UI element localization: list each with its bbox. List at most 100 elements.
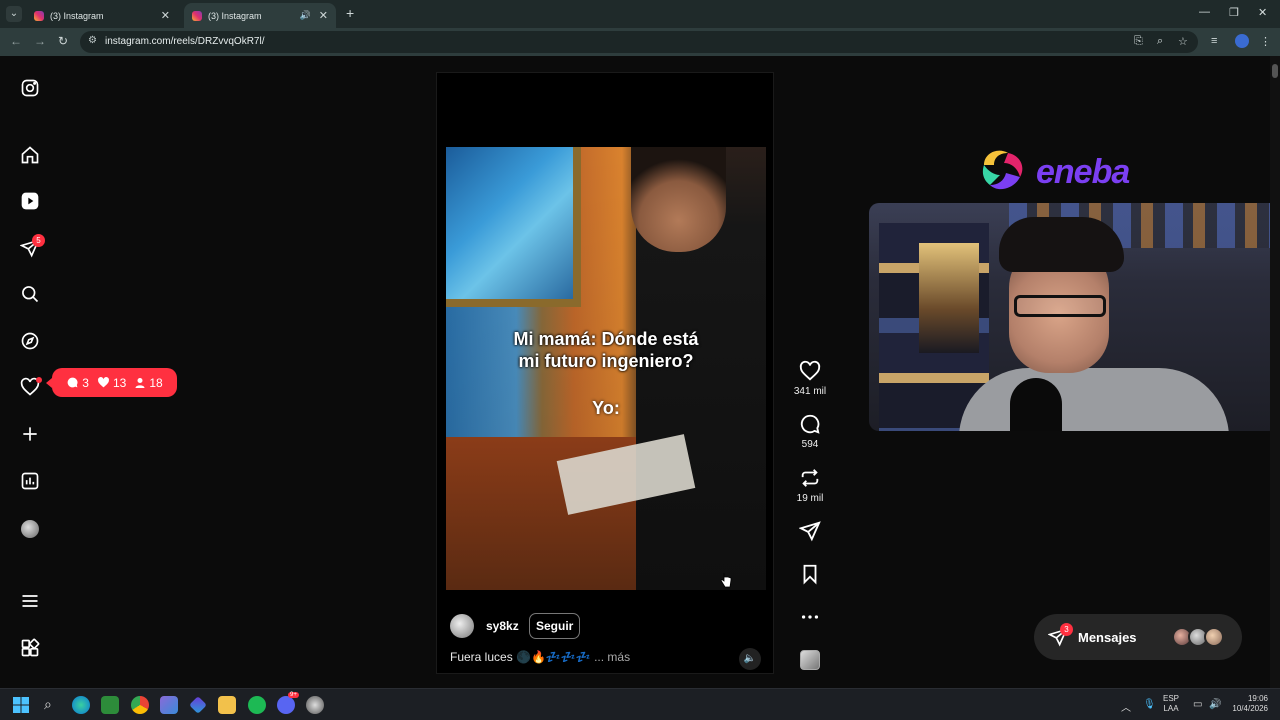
tray-expand-icon[interactable]: ︿ [1121, 699, 1131, 714]
edge-icon[interactable] [72, 696, 90, 714]
audio-toggle-icon[interactable]: 🔈 [739, 648, 761, 670]
webcam-glasses [1014, 295, 1106, 317]
minecraft-icon[interactable] [101, 696, 119, 714]
clock-date: 10/4/2026 [1232, 704, 1268, 713]
tab-close-icon[interactable]: ✕ [161, 9, 170, 22]
system-clock[interactable]: 19:06 10/4/2026 [1222, 694, 1268, 714]
comments-summary: 3 [66, 376, 89, 390]
video-caption-yo: Yo: [592, 398, 620, 418]
site-info-icon[interactable]: ⚙ [88, 35, 97, 46]
spotify-icon[interactable] [248, 696, 266, 714]
app-diamond-icon[interactable] [189, 696, 207, 714]
chrome-icon[interactable] [131, 696, 149, 714]
reel-container: Mi mamá: Dónde está mi futuro ingeniero?… [436, 72, 774, 674]
microphone-icon[interactable]: 🎙 [1143, 699, 1156, 710]
reload-button[interactable]: ↻ [58, 34, 68, 48]
forward-button[interactable]: → [34, 34, 46, 48]
repost-icon[interactable] [799, 467, 821, 489]
eneba-wordmark: eneba [1036, 152, 1130, 191]
discord-icon[interactable] [277, 696, 295, 714]
windows-taskbar: ⌕ 9+ ︿ 🎙 ESP LAA ▭ 🔊 19:06 10/4/2026 [0, 688, 1280, 720]
notification-dot [36, 377, 42, 383]
page-scrollbar[interactable] [1270, 56, 1280, 688]
comment-icon[interactable] [799, 413, 821, 435]
profile-avatar[interactable] [21, 520, 39, 538]
more-apps-icon[interactable] [19, 637, 41, 659]
explore-icon[interactable] [19, 330, 41, 352]
create-plus-icon[interactable] [19, 423, 41, 445]
chrome-menu-icon[interactable]: ⋮ [1260, 35, 1271, 48]
messages-badge: 3 [1060, 623, 1073, 636]
more-dots-icon[interactable] [799, 606, 821, 628]
app-icon[interactable] [160, 696, 178, 714]
bookmark-star-icon[interactable]: ☆ [1178, 35, 1188, 48]
tab-search-button[interactable]: ⌄ [6, 6, 22, 22]
likes-summary: 13 [97, 376, 126, 390]
taskbar-search-icon[interactable]: ⌕ [44, 696, 52, 713]
share-action[interactable] [788, 520, 832, 542]
tab-instagram-2[interactable]: (3) Instagram 🔊 ✕ [184, 3, 336, 28]
keyboard-layout: LAA [1163, 704, 1179, 713]
minimize-button[interactable]: — [1199, 6, 1210, 18]
windows-start-icon[interactable] [13, 697, 29, 713]
sidebar: 5 [0, 56, 60, 688]
omnibox[interactable]: ⚙ instagram.com/reels/DRZvvqOkR7l/ ⎘ ⌕ ☆ [80, 31, 1198, 53]
scrollbar-thumb[interactable] [1272, 64, 1278, 78]
reel-footer: sy8kz Seguir Fuera luces 🌑🔥💤💤💤 ... más 🔈 [437, 608, 775, 673]
comment-action[interactable]: 594 [788, 413, 832, 450]
webcam-hair [999, 217, 1124, 272]
messages-button[interactable]: 3 Mensajes [1034, 614, 1242, 660]
follow-button[interactable]: Seguir [529, 613, 581, 639]
original-audio-thumbnail[interactable] [800, 650, 820, 670]
reels-icon[interactable] [19, 190, 41, 212]
language-code: ESP [1163, 694, 1180, 703]
author-username[interactable]: sy8kz [486, 619, 519, 633]
video-painting [446, 147, 581, 307]
bookmark-icon[interactable] [799, 563, 821, 585]
tab-close-icon[interactable]: ✕ [319, 9, 328, 22]
home-icon[interactable] [19, 144, 41, 166]
more-options-action[interactable] [788, 606, 832, 628]
like-action[interactable]: 341 mil [788, 360, 832, 397]
repost-action[interactable]: 19 mil [788, 467, 832, 504]
tab-audio-icon[interactable]: 🔊 [300, 10, 311, 21]
zoom-icon[interactable]: ⌕ [1157, 35, 1163, 48]
install-app-icon[interactable]: ⎘ [1134, 35, 1143, 48]
media-control-icon[interactable]: ≡ [1211, 35, 1217, 47]
reel-description[interactable]: Fuera luces 🌑🔥💤💤💤 ... más [450, 650, 630, 664]
file-explorer-icon[interactable] [218, 696, 236, 714]
dashboard-icon[interactable] [19, 470, 41, 492]
description-text: Fuera luces 🌑🔥💤💤💤 [450, 650, 591, 664]
reel-video[interactable]: Mi mamá: Dónde está mi futuro ingeniero?… [446, 147, 766, 590]
instagram-logo-icon[interactable] [19, 77, 41, 99]
network-icon[interactable]: ▭ [1193, 699, 1202, 710]
menu-icon[interactable] [19, 590, 41, 612]
streamer-webcam [869, 203, 1279, 431]
search-icon[interactable] [19, 283, 41, 305]
restore-button[interactable]: ❐ [1229, 6, 1239, 19]
video-caption: Mi mamá: Dónde está mi futuro ingeniero? [513, 329, 699, 371]
eneba-logo: eneba [978, 144, 1130, 200]
webcam-microphone [1010, 378, 1062, 431]
browser-profile-avatar[interactable] [1235, 34, 1249, 48]
volume-icon[interactable]: 🔊 [1209, 699, 1221, 710]
author-avatar[interactable] [450, 614, 474, 638]
language-indicator[interactable]: ESP LAA [1163, 694, 1179, 714]
heart-icon[interactable] [799, 360, 821, 382]
save-action[interactable] [788, 563, 832, 585]
app-circle-icon[interactable] [306, 696, 324, 714]
notification-summary-pill[interactable]: 3 13 18 [46, 368, 177, 397]
messages-count-badge: 5 [32, 234, 45, 247]
window-close-button[interactable]: ✕ [1258, 6, 1267, 19]
chat-avatar [1204, 627, 1224, 647]
follows-count: 18 [149, 375, 163, 390]
more-link[interactable]: ... más [594, 650, 630, 664]
share-icon[interactable] [799, 520, 821, 542]
tab-instagram-1[interactable]: (3) Instagram ✕ [26, 3, 178, 28]
url-text[interactable]: instagram.com/reels/DRZvvqOkR7l/ [105, 36, 264, 47]
new-tab-button[interactable]: + [346, 5, 354, 21]
back-button[interactable]: ← [10, 34, 22, 48]
instagram-page: 5 3 13 18 Mi mamá: Dónde está mi futuro … [0, 56, 1280, 688]
hand-cursor-icon [720, 573, 732, 588]
likes-count: 13 [112, 375, 127, 390]
